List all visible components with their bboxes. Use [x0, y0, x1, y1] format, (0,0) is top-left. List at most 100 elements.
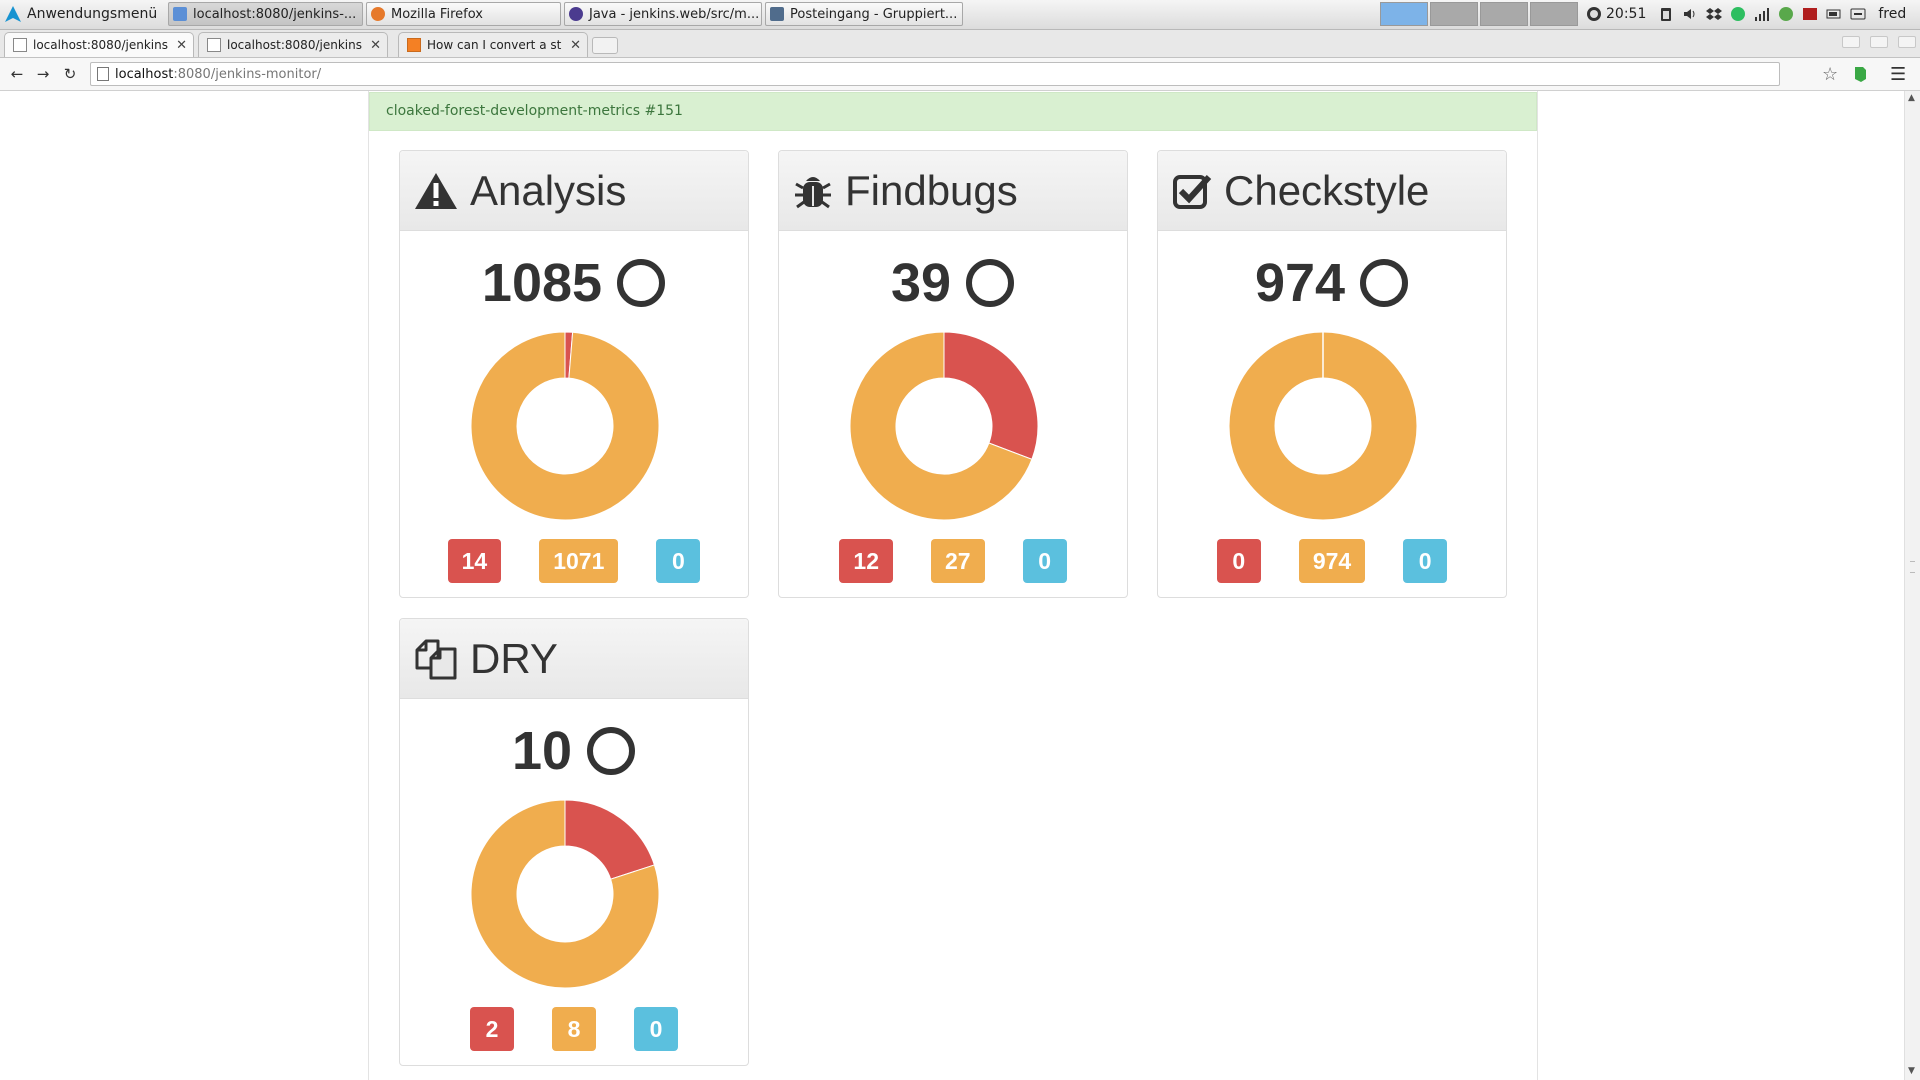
- system-tray: 20:51 fred: [1582, 3, 1906, 25]
- close-window-button[interactable]: [1898, 36, 1916, 48]
- workspace-3[interactable]: [1480, 2, 1528, 26]
- browser-tab[interactable]: localhost:8080/jenkins ✕: [198, 32, 388, 57]
- scroll-down-arrow-icon[interactable]: ▼: [1908, 1066, 1915, 1076]
- stackoverflow-favicon-icon: [407, 38, 421, 52]
- high-severity-badge[interactable]: 0: [1216, 539, 1261, 583]
- panel-title: Checkstyle: [1224, 166, 1430, 214]
- normal-severity-badge[interactable]: 27: [931, 539, 985, 583]
- panel-dry: DRY 10 2 8 0: [399, 618, 749, 1066]
- normal-severity-badge[interactable]: 1071: [539, 539, 619, 583]
- high-severity-slice: [564, 799, 656, 880]
- evernote-icon[interactable]: [1730, 6, 1746, 22]
- panel-header: Findbugs: [779, 151, 1127, 231]
- tab-title: localhost:8080/jenkins: [33, 38, 168, 52]
- update-icon[interactable]: [1778, 6, 1794, 22]
- severity-donut-chart: [470, 331, 660, 521]
- clock-icon[interactable]: [1586, 6, 1602, 22]
- keyboard-icon[interactable]: [1850, 6, 1866, 22]
- application-menu-label: Anwendungsmenü: [27, 6, 158, 22]
- workspace-4[interactable]: [1530, 2, 1578, 26]
- taskbar-window-mail[interactable]: Posteingang - Gruppiert...: [765, 2, 963, 26]
- taskbar-window-label: Mozilla Firefox: [391, 6, 483, 22]
- page-info-icon[interactable]: [97, 67, 109, 81]
- high-severity-badge[interactable]: 2: [470, 1007, 514, 1051]
- reload-icon[interactable]: ↻: [60, 64, 80, 84]
- scrollbar-thumb[interactable]: [1910, 561, 1915, 573]
- high-severity-badge[interactable]: 12: [839, 539, 893, 583]
- dropbox-icon[interactable]: [1706, 6, 1723, 22]
- low-severity-badge[interactable]: 0: [1022, 539, 1067, 583]
- browser-menu-icon[interactable]: ☰: [1890, 64, 1906, 85]
- new-tab-button[interactable]: [592, 37, 618, 54]
- bookmark-star-icon[interactable]: ☆: [1822, 64, 1838, 85]
- high-severity-badge[interactable]: 14: [447, 539, 502, 583]
- low-severity-badge[interactable]: 0: [1403, 539, 1448, 583]
- total-count: 1085: [481, 253, 603, 313]
- firefox-icon: [371, 7, 385, 21]
- address-bar[interactable]: localhost:8080/jenkins-monitor/: [90, 62, 1780, 86]
- network-signal-icon[interactable]: [1754, 6, 1770, 22]
- copy-icon: [415, 639, 457, 679]
- clipboard-icon[interactable]: [1658, 6, 1674, 22]
- build-status-text: cloaked-forest-development-metrics #151: [386, 103, 683, 119]
- scroll-up-arrow-icon[interactable]: ▲: [1908, 93, 1915, 103]
- browser-tab-strip: localhost:8080/jenkins ✕ localhost:8080/…: [0, 30, 1920, 58]
- application-menu[interactable]: Anwendungsmenü: [4, 3, 157, 25]
- normal-severity-badge[interactable]: 974: [1298, 539, 1366, 583]
- workspace-1[interactable]: [1380, 2, 1428, 26]
- taskbar-window-firefox[interactable]: Mozilla Firefox: [366, 2, 561, 26]
- warning-icon: [415, 172, 457, 209]
- total-count: 10: [511, 721, 573, 781]
- panel-title: Findbugs: [845, 166, 1018, 214]
- circle-o-icon: [587, 727, 636, 775]
- low-severity-badge[interactable]: 0: [656, 539, 701, 583]
- tab-title: localhost:8080/jenkins: [227, 38, 362, 52]
- maximize-window-button[interactable]: [1870, 36, 1888, 48]
- circle-o-icon: [966, 259, 1015, 307]
- clock[interactable]: 20:51: [1606, 6, 1646, 22]
- forward-arrow-icon[interactable]: →: [33, 64, 53, 84]
- battery-icon[interactable]: [1826, 6, 1842, 22]
- page-favicon-icon: [207, 38, 221, 52]
- severity-badges: 0 974 0: [1158, 539, 1506, 583]
- total-row: 974: [1158, 253, 1506, 313]
- volume-icon[interactable]: [1682, 6, 1698, 22]
- total-row: 10: [400, 721, 748, 781]
- back-arrow-icon[interactable]: ←: [7, 64, 27, 84]
- normal-severity-slice: [470, 331, 660, 521]
- browser-tab[interactable]: How can I convert a st ✕: [398, 32, 588, 57]
- record-icon[interactable]: [1802, 6, 1818, 22]
- tab-close-icon[interactable]: ✕: [570, 38, 581, 53]
- eclipse-icon: [569, 7, 583, 21]
- evernote-extension-icon[interactable]: [1852, 65, 1868, 83]
- normal-severity-badge[interactable]: 8: [552, 1007, 596, 1051]
- url-path: :8080/jenkins-monitor/: [173, 66, 322, 82]
- mail-icon: [770, 7, 784, 21]
- circle-o-icon: [1360, 259, 1409, 307]
- vertical-scrollbar[interactable]: ▲ ▼: [1904, 91, 1920, 1080]
- desktop-taskbar: Anwendungsmenü localhost:8080/jenkins-..…: [0, 0, 1920, 30]
- check-square-icon: [1173, 174, 1212, 209]
- workspace-2[interactable]: [1430, 2, 1478, 26]
- circle-o-icon: [617, 259, 666, 307]
- tab-close-icon[interactable]: ✕: [176, 38, 187, 53]
- total-count: 39: [890, 253, 952, 313]
- panel-findbugs: Findbugs 39 12 27 0: [778, 150, 1128, 598]
- user-name[interactable]: fred: [1878, 6, 1906, 22]
- taskbar-window-label: Posteingang - Gruppiert...: [790, 6, 958, 22]
- arch-logo-icon: [5, 6, 21, 22]
- total-row: 39: [779, 253, 1127, 313]
- severity-badges: 14 1071 0: [400, 539, 748, 583]
- panel-header: Analysis: [400, 151, 748, 231]
- page-favicon-icon: [13, 38, 27, 52]
- browser-tab[interactable]: localhost:8080/jenkins ✕: [4, 32, 194, 57]
- taskbar-window-chromium[interactable]: localhost:8080/jenkins-...: [168, 2, 363, 26]
- tab-close-icon[interactable]: ✕: [370, 38, 381, 53]
- taskbar-window-eclipse[interactable]: Java - jenkins.web/src/m...: [564, 2, 762, 26]
- page-viewport: cloaked-forest-development-metrics #151 …: [0, 91, 1904, 1080]
- minimize-window-button[interactable]: [1842, 36, 1860, 48]
- low-severity-badge[interactable]: 0: [634, 1007, 678, 1051]
- taskbar-window-label: localhost:8080/jenkins-...: [193, 6, 357, 22]
- total-row: 1085: [400, 253, 748, 313]
- severity-badges: 2 8 0: [400, 1007, 748, 1051]
